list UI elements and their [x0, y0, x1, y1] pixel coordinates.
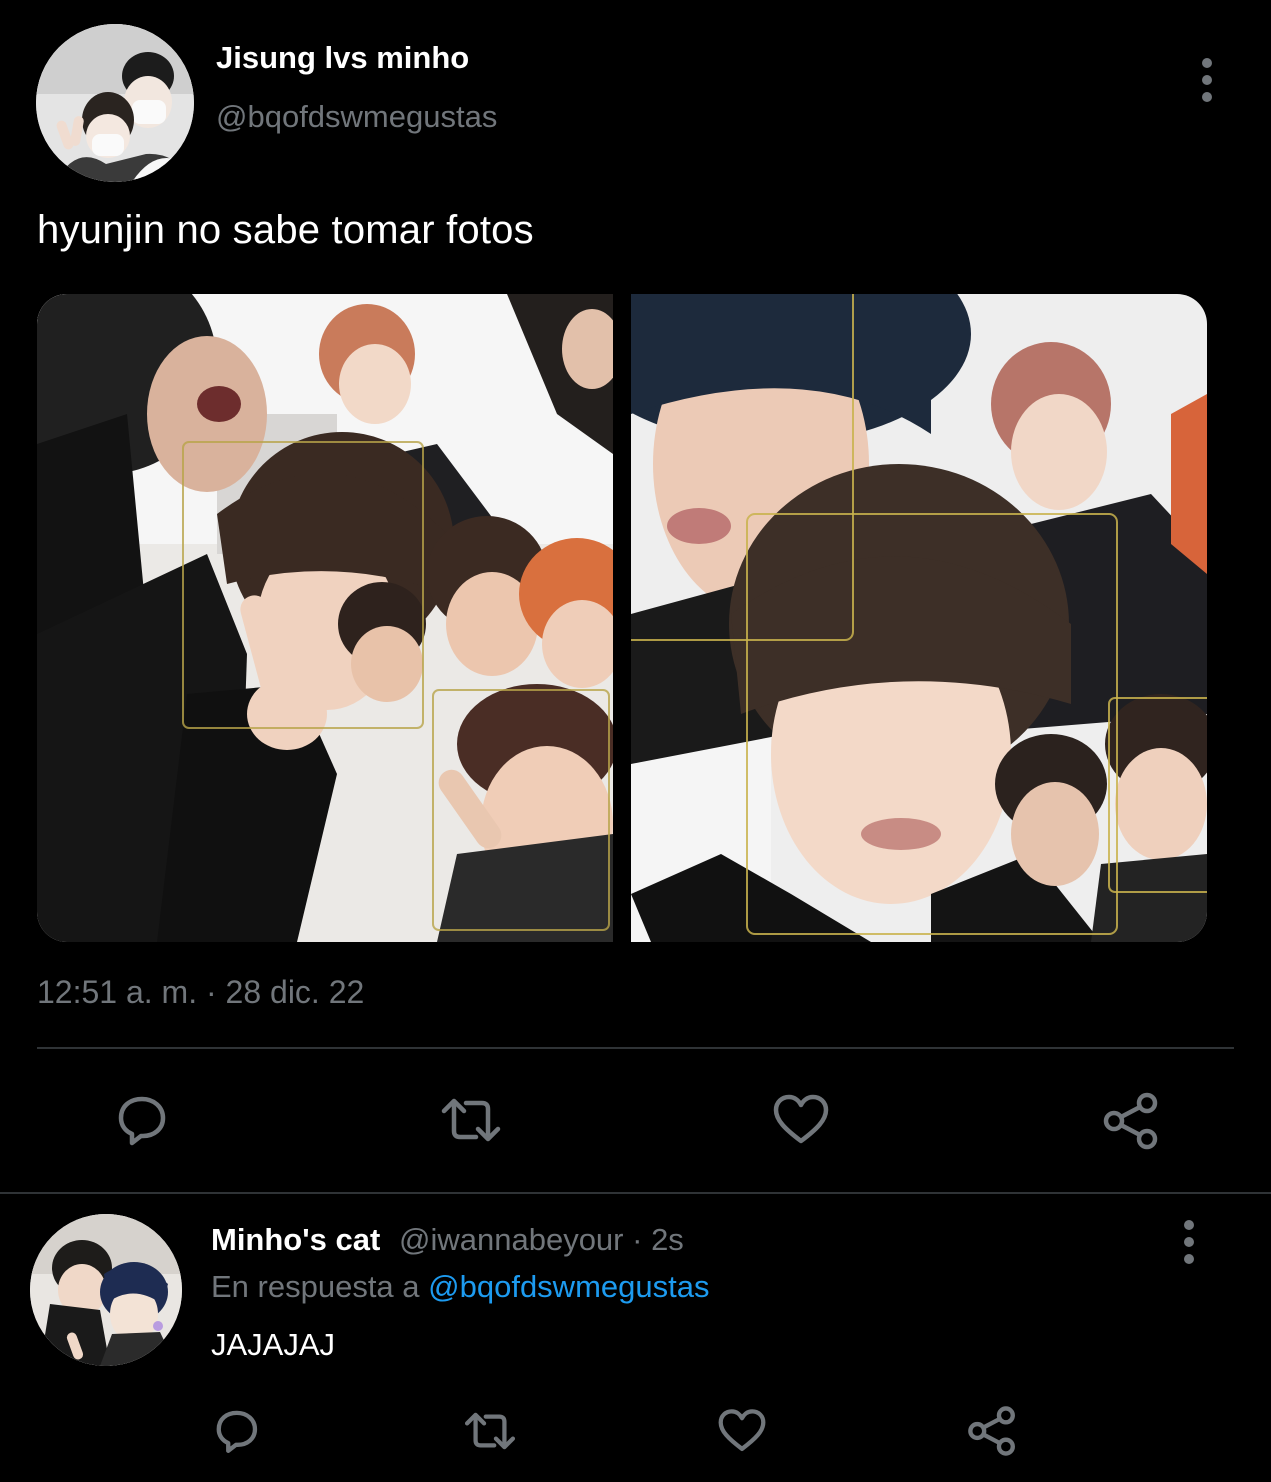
reply-author-handle[interactable]: @iwannabeyour — [399, 1222, 624, 1257]
tweet-photo-1[interactable] — [37, 294, 613, 942]
retweet-button[interactable] — [460, 1407, 520, 1455]
reply-icon — [216, 1410, 258, 1453]
reply-button[interactable] — [108, 1090, 174, 1150]
like-icon — [773, 1094, 829, 1144]
retweet-icon — [464, 1412, 516, 1450]
avatar-photo — [30, 1214, 182, 1366]
like-button[interactable] — [714, 1405, 770, 1457]
share-icon — [1103, 1092, 1158, 1150]
replied-to-handle-link[interactable]: @bqofdswmegustas — [428, 1269, 709, 1304]
share-icon — [968, 1406, 1015, 1456]
retweet-icon — [441, 1098, 501, 1142]
reply-context: En respuesta a @bqofdswmegustas — [211, 1269, 709, 1305]
reply-button[interactable] — [208, 1405, 264, 1457]
divider — [37, 1047, 1234, 1049]
author-name[interactable]: Jisung lvs minho — [216, 40, 469, 76]
reply-text: JAJAJAJ — [211, 1327, 336, 1362]
group-selfie-photo-1 — [37, 294, 613, 942]
reply-author-avatar[interactable] — [30, 1214, 182, 1366]
tweet-timestamp[interactable]: 12:51 a. m. · 28 dic. 22 — [37, 974, 364, 1011]
author-handle[interactable]: @bqofdswmegustas — [216, 99, 497, 135]
tweet-photo-2[interactable] — [631, 294, 1207, 942]
avatar-photo — [36, 24, 194, 182]
retweet-button[interactable] — [436, 1092, 506, 1148]
more-options-icon[interactable] — [1179, 1220, 1199, 1264]
tweet-text: hyunjin no sabe tomar fotos — [37, 208, 534, 252]
group-selfie-photo-2 — [631, 294, 1207, 942]
share-button[interactable] — [1098, 1090, 1164, 1152]
reply-icon — [118, 1096, 166, 1146]
reply-time[interactable]: 2s — [651, 1222, 684, 1257]
author-avatar[interactable] — [36, 24, 194, 182]
share-button[interactable] — [964, 1404, 1020, 1458]
divider — [0, 1192, 1271, 1194]
like-icon — [718, 1409, 766, 1452]
reply-context-prefix: En respuesta a — [211, 1269, 429, 1304]
more-options-icon[interactable] — [1197, 58, 1217, 102]
reply-author-name[interactable]: Minho's cat — [211, 1222, 380, 1258]
reply-meta: @iwannabeyour · 2s — [399, 1222, 684, 1258]
meta-separator: · — [623, 1222, 652, 1257]
like-button[interactable] — [768, 1090, 834, 1150]
